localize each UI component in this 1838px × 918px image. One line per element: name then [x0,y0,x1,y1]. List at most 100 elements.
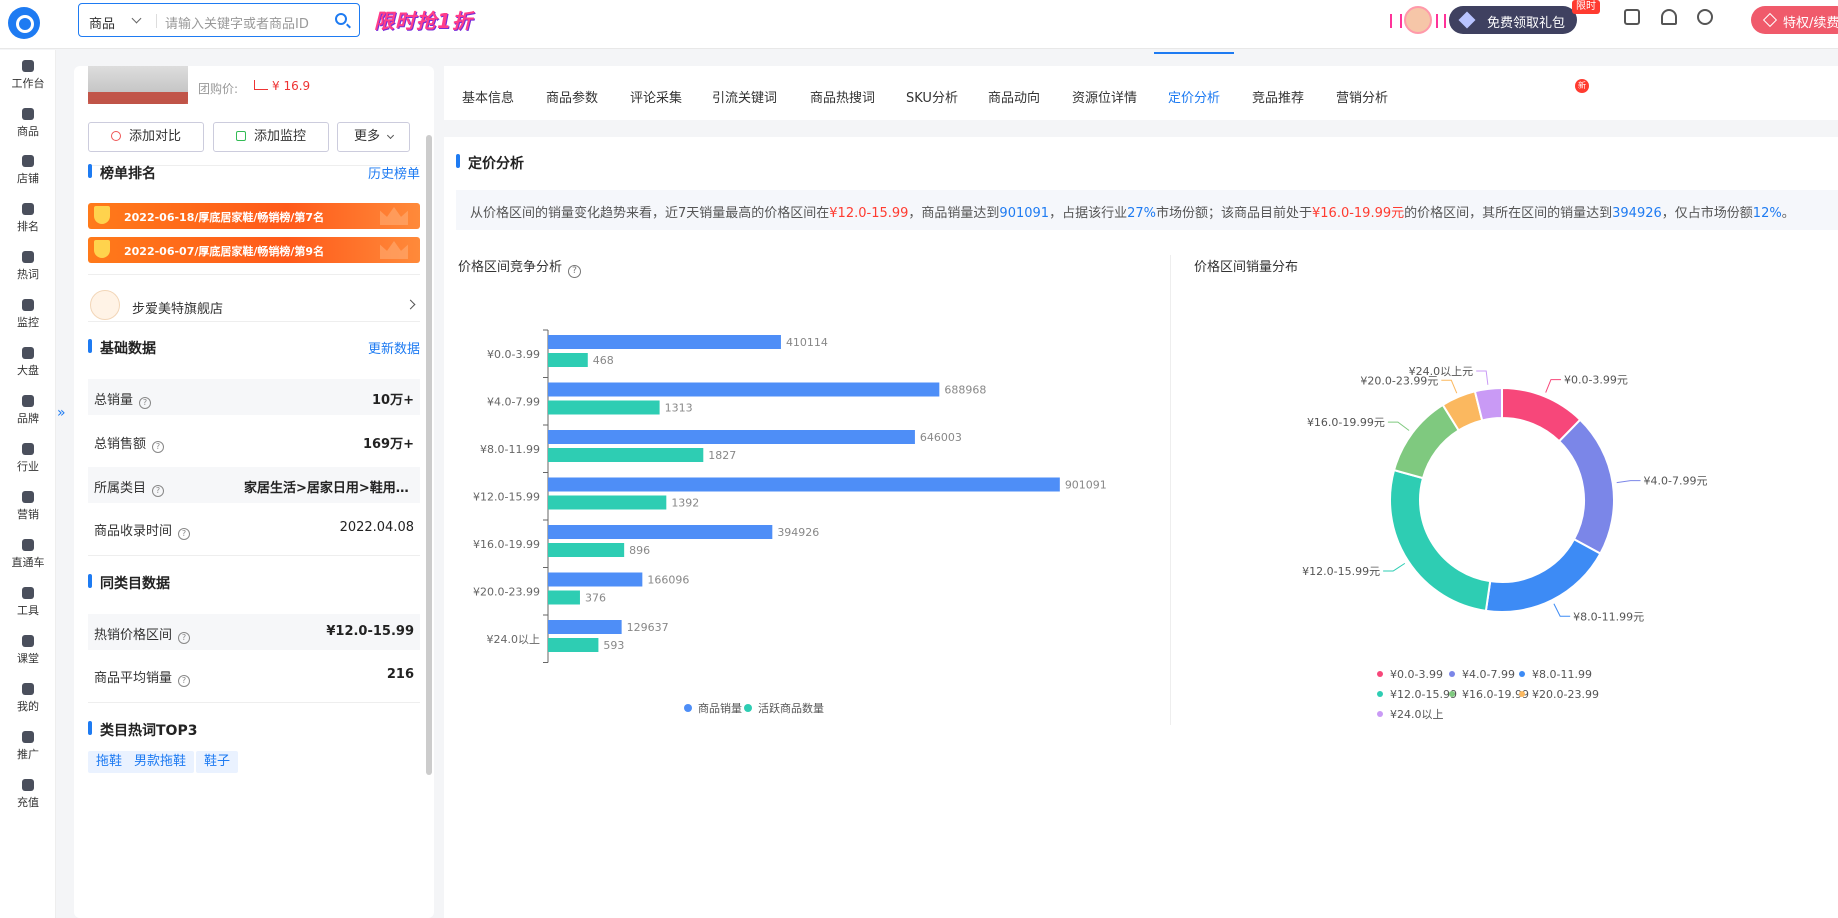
help-icon[interactable]: ? [568,265,582,278]
price-trend-icon[interactable] [254,80,268,90]
tab-trends[interactable]: 商品动向 [988,87,1040,106]
bell-icon[interactable] [1661,9,1677,25]
tab-pricing[interactable]: 定价分析 [1168,87,1220,106]
summary-text: 市场份额；该商品目前处于 [1155,206,1312,221]
panel-scrollbar[interactable] [426,135,432,775]
tab-sku[interactable]: SKU分析 [906,87,958,106]
section-title-basic: 基础数据 [88,338,156,358]
more-label: 更多 [353,129,380,144]
summary-text: ，仅占市场份额 [1661,206,1753,221]
chevron-right-icon [405,299,416,310]
tab-marketing[interactable]: 营销分析 [1336,87,1388,106]
y-tick-label: ¥12.0-15.99 [473,490,540,503]
legend-label: ¥8.0-11.99 [1532,668,1592,681]
app-logo-icon[interactable] [8,7,40,39]
help-icon[interactable]: ? [139,397,152,409]
nav-item-express[interactable]: 直通车 [0,535,56,575]
nav-label: 工具 [17,604,39,617]
bar [548,543,625,557]
y-tick-label: ¥0.0-3.99 [487,348,540,361]
nav-item-mine[interactable]: 我的 [0,679,56,719]
help-icon[interactable]: ? [152,441,165,453]
summary-value: ¥12.0-15.99 [829,206,909,221]
industry-icon [22,443,34,455]
history-ranking-link[interactable]: 历史榜单 [368,163,420,182]
trophy-icon [94,206,110,224]
promo-banner[interactable]: 限时抢1折 [374,5,473,34]
data-row-category: 所属类目? 家居生活>居家日用>鞋用品>... [88,467,420,503]
rank-badge[interactable]: 2022-06-07/厚底居家鞋/畅销榜/第9名 [88,237,420,263]
vip-renew-button[interactable]: 特权/续费 [1751,6,1838,34]
hotword-tag[interactable]: 男款拖鞋 [126,751,195,773]
legend-label: ¥24.0以上 [1390,708,1444,721]
free-gift-button[interactable]: 免费领取礼包 [1449,6,1577,34]
shop-link[interactable]: 步爱美特旗舰店 [88,286,420,326]
nav-item-monitor[interactable]: 监控 [0,295,56,335]
tab-keywords[interactable]: 引流关键词 [712,87,777,106]
rank-badge[interactable]: 2022-06-18/厚底居家鞋/畅销榜/第7名 [88,203,420,229]
nav-item-workbench[interactable]: 工作台 [0,56,56,96]
product-thumbnail[interactable] [88,66,188,104]
nav-item-industry[interactable]: 行业 [0,439,56,479]
bar [548,590,580,605]
hotword-tag[interactable]: 拖鞋 [88,751,131,773]
sound-wave-icon [1436,14,1446,28]
search-input[interactable]: 请输入关键字或者商品ID [165,13,309,32]
nav-item-shop[interactable]: 店铺 [0,151,56,191]
nav-item-tools[interactable]: 工具 [0,583,56,623]
nav-item-recharge[interactable]: 充值 [0,775,56,815]
y-tick-label: ¥16.0-19.99 [473,538,540,551]
search-box[interactable]: 商品 请输入关键字或者商品ID [78,3,360,37]
tab-basic-info[interactable]: 基本信息 [462,87,514,106]
bar [548,525,773,539]
avatar[interactable] [1404,6,1432,34]
tab-resource[interactable]: 资源位详情 [1072,87,1137,106]
help-icon[interactable]: ? [178,675,191,687]
update-data-link[interactable]: 更新数据 [368,338,420,357]
shop-logo [90,290,120,320]
chart-title-text: 价格区间竞争分析 [458,260,563,275]
tab-params[interactable]: 商品参数 [546,87,598,106]
nav-item-goods[interactable]: 商品 [0,104,56,144]
bar [548,477,1060,492]
bar [548,495,667,510]
more-button[interactable]: 更多 [337,122,410,152]
expand-panel-icon[interactable]: » [57,405,69,427]
trophy-icon [22,395,34,407]
help-icon[interactable]: ? [152,485,165,497]
search-icon[interactable] [335,13,347,25]
help-icon[interactable]: ? [178,528,191,540]
nav-item-classroom[interactable]: 课堂 [0,631,56,671]
add-compare-button[interactable]: 添加对比 [88,122,204,152]
tab-reviews[interactable]: 评论采集 [630,87,682,106]
monitor-icon[interactable] [1624,9,1640,25]
chevron-down-icon[interactable] [131,13,142,24]
nav-item-marketing[interactable]: 营销 [0,487,56,527]
add-monitor-button[interactable]: 添加监控 [213,122,329,152]
legend-label: ¥16.0-19.99 [1462,688,1529,701]
shop-name: 步爱美特旗舰店 [132,302,224,317]
label-leader [1545,379,1561,393]
nav-item-brand[interactable]: 品牌 [0,391,56,431]
slice-label: ¥0.0-3.99元 [1564,374,1628,387]
hotword-tag[interactable]: 鞋子 [196,751,239,773]
tab-competitors[interactable]: 竞品推荐 [1252,87,1304,106]
nav-item-market[interactable]: 大盘 [0,343,56,383]
nav-item-hotwords[interactable]: 热词 [0,247,56,287]
legend-label: 活跃商品数量 [758,701,824,715]
nav-item-promote[interactable]: 推广 [0,727,56,767]
bar [548,335,781,349]
nav-label: 品牌 [17,412,39,425]
nav-item-ranking[interactable]: 排名 [0,199,56,239]
nav-label: 工作台 [11,77,45,90]
tab-hot-search[interactable]: 商品热搜词 [810,87,875,106]
search-type-select[interactable]: 商品 [89,13,115,32]
headset-icon[interactable] [1697,9,1713,25]
pie-chart-title: 价格区间销量分布 [1194,260,1299,275]
analysis-summary: 从价格区间的销量变化趋势来看，近7天销量最高的价格区间在¥12.0-15.99，… [456,190,1838,230]
help-icon[interactable]: ? [178,632,191,644]
nav-label: 推广 [17,748,39,761]
legend-label: 商品销量 [698,701,742,715]
legend-marker [1377,691,1383,697]
row-label: 所属类目 [94,481,147,496]
